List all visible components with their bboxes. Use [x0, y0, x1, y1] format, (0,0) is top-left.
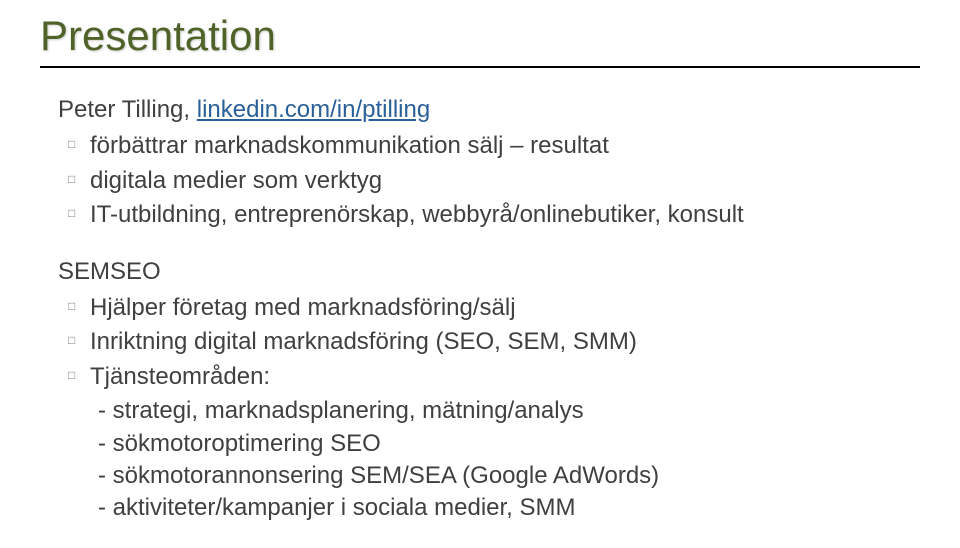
list-item: digitala medier som verktyg	[68, 165, 920, 197]
section-bullet-list: Hjälper företag med marknadsföring/sälj …	[40, 292, 920, 393]
section-label: SEMSEO	[58, 256, 920, 288]
bullet-text: Hjälper företag med marknadsföring/sälj	[90, 294, 516, 321]
sub-item: - sökmotoroptimering SEO	[98, 428, 920, 460]
sub-item: - sökmotorannonsering SEM/SEA (Google Ad…	[98, 460, 920, 492]
author-name: Peter Tilling,	[58, 96, 197, 123]
bullet-text: digitala medier som verktyg	[90, 167, 382, 194]
author-link[interactable]: linkedin.com/in/ptilling	[197, 96, 430, 123]
sub-list-container: - strategi, marknadsplanering, mätning/a…	[40, 395, 920, 525]
sub-item: - aktiviteter/kampanjer i sociala medier…	[98, 492, 920, 524]
title-divider	[40, 66, 920, 68]
list-item: IT-utbildning, entreprenörskap, webbyrå/…	[68, 199, 920, 231]
bullet-text: förbättrar marknadskommunikation sälj – …	[90, 132, 609, 159]
slide-title: Presentation	[40, 12, 920, 60]
list-item: förbättrar marknadskommunikation sälj – …	[68, 130, 920, 162]
list-item: Tjänsteområden:	[68, 361, 920, 393]
bullet-text: Inriktning digital marknadsföring (SEO, …	[90, 328, 637, 355]
sub-item: - strategi, marknadsplanering, mätning/a…	[98, 395, 920, 427]
list-item: Hjälper företag med marknadsföring/sälj	[68, 292, 920, 324]
bullet-text: IT-utbildning, entreprenörskap, webbyrå/…	[90, 201, 744, 228]
bullet-text: Tjänsteområden:	[90, 363, 270, 390]
slide-body: Peter Tilling, linkedin.com/in/ptilling …	[40, 94, 920, 525]
author-line: Peter Tilling, linkedin.com/in/ptilling	[40, 94, 920, 126]
list-item: Inriktning digital marknadsföring (SEO, …	[68, 326, 920, 358]
top-bullet-list: förbättrar marknadskommunikation sälj – …	[40, 130, 920, 231]
slide-container: Presentation Peter Tilling, linkedin.com…	[0, 0, 960, 548]
